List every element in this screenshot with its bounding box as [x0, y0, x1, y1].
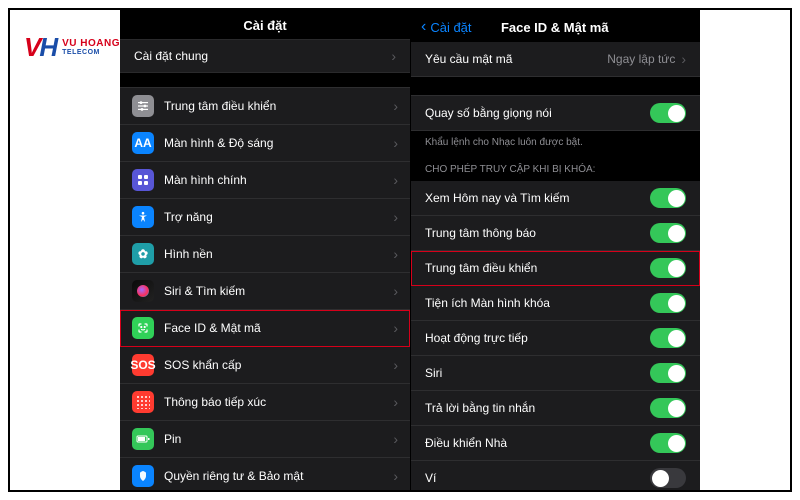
watermark-logo: VH VU HOANG TELECOM — [24, 32, 120, 63]
toggle-switch[interactable] — [650, 258, 686, 278]
toggle-switch[interactable] — [650, 468, 686, 488]
toggle-switch[interactable] — [650, 398, 686, 418]
screen-title: Face ID & Mật mã — [420, 20, 690, 35]
row-faceid[interactable]: Face ID & Mật mã › — [120, 310, 410, 347]
row-sos[interactable]: SOS SOS khẩn cấp › — [120, 347, 410, 384]
chevron-right-icon: › — [393, 98, 398, 114]
chevron-right-icon: › — [393, 172, 398, 188]
accessibility-icon — [132, 206, 154, 228]
chevron-right-icon: › — [393, 135, 398, 151]
phone-faceid: ‹ Cài đặt Face ID & Mật mã Yêu cầu mật m… — [410, 10, 700, 490]
row-label: Màn hình chính — [164, 173, 383, 187]
row-display[interactable]: AA Màn hình & Độ sáng › — [120, 125, 410, 162]
phone-settings: Cài đặt Cài đặt chung › Trung tâm điều k… — [120, 10, 410, 490]
chevron-right-icon: › — [393, 320, 398, 336]
access-toggle-list: Xem Hôm nay và Tìm kiếm Trung tâm thông b… — [411, 181, 700, 490]
row-exposure[interactable]: Thông báo tiếp xúc › — [120, 384, 410, 421]
row-wallpaper[interactable]: ✿ Hình nền › — [120, 236, 410, 273]
chevron-right-icon: › — [393, 431, 398, 447]
toggle-row[interactable]: Trung tâm điều khiển — [411, 251, 700, 286]
chevron-right-icon: › — [393, 283, 398, 299]
row-label: Hoạt động trực tiếp — [425, 331, 528, 345]
toggle-switch[interactable] — [650, 293, 686, 313]
row-require-passcode[interactable]: Yêu cầu mật mã Ngay lập tức › — [411, 42, 700, 77]
row-label: Xem Hôm nay và Tìm kiếm — [425, 191, 569, 205]
exposure-icon — [132, 391, 154, 413]
toggle-switch[interactable] — [650, 103, 686, 123]
row-label: Trung tâm thông báo — [425, 226, 536, 240]
row-label: SOS khẩn cấp — [164, 358, 383, 372]
row-label: Siri & Tìm kiếm — [164, 284, 383, 298]
chevron-right-icon: › — [681, 51, 686, 67]
row-label: Yêu cầu mật mã — [425, 52, 512, 66]
chevron-right-icon: › — [393, 394, 398, 410]
chevron-right-icon: › — [393, 357, 398, 373]
row-privacy[interactable]: Quyền riêng tư & Bảo mật › — [120, 458, 410, 490]
toggle-switch[interactable] — [650, 363, 686, 383]
sos-icon: SOS — [132, 354, 154, 376]
row-label: Siri — [425, 366, 442, 380]
toggle-row[interactable]: Tiện ích Màn hình khóa — [411, 286, 700, 321]
chevron-right-icon: › — [391, 48, 396, 64]
settings-list: Trung tâm điều khiển › AA Màn hình & Độ … — [120, 87, 410, 490]
logo-brand: VU HOANG — [62, 39, 120, 49]
row-label: Quay số bằng giọng nói — [425, 106, 552, 120]
row-label: Tiện ích Màn hình khóa — [425, 296, 550, 310]
privacy-icon — [132, 465, 154, 487]
row-label: Ví — [425, 471, 436, 485]
chevron-right-icon: › — [393, 246, 398, 262]
display-icon: AA — [132, 132, 154, 154]
toggle-switch[interactable] — [650, 188, 686, 208]
row-value: Ngay lập tức — [607, 52, 675, 66]
phone-pair: Cài đặt Cài đặt chung › Trung tâm điều k… — [120, 10, 700, 490]
row-label: Trả lời bằng tin nhắn — [425, 401, 535, 415]
voice-dial-hint: Khẩu lệnh cho Nhạc luôn được bật. — [411, 131, 700, 150]
logo-mark: VH — [24, 32, 56, 63]
logo-sub: TELECOM — [62, 49, 120, 56]
battery-icon — [132, 428, 154, 450]
sliders-icon — [132, 95, 154, 117]
row-label: Màn hình & Độ sáng — [164, 136, 383, 150]
toggle-row[interactable]: Trả lời bằng tin nhắn — [411, 391, 700, 426]
access-group-header: CHO PHÉP TRUY CẬP KHI BỊ KHÓA: — [411, 150, 700, 181]
row-label: Pin — [164, 432, 383, 446]
row-voice-dial[interactable]: Quay số bằng giọng nói — [411, 95, 700, 131]
row-general[interactable]: Cài đặt chung › — [120, 39, 410, 73]
toggle-row[interactable]: Xem Hôm nay và Tìm kiếm — [411, 181, 700, 216]
settings-title: Cài đặt — [120, 10, 410, 39]
row-label: Trợ năng — [164, 210, 383, 224]
toggle-switch[interactable] — [650, 328, 686, 348]
row-label: Cài đặt chung — [134, 49, 208, 63]
toggle-row[interactable]: Hoạt động trực tiếp — [411, 321, 700, 356]
grid-icon — [132, 169, 154, 191]
toggle-row[interactable]: Ví — [411, 461, 700, 490]
toggle-switch[interactable] — [650, 223, 686, 243]
outer-frame: VH VU HOANG TELECOM Cài đặt Cài đặt chun… — [8, 8, 792, 492]
row-accessibility[interactable]: Trợ năng › — [120, 199, 410, 236]
faceid-icon — [132, 317, 154, 339]
toggle-row[interactable]: Trung tâm thông báo — [411, 216, 700, 251]
row-label: Quyền riêng tư & Bảo mật — [164, 469, 383, 483]
chevron-right-icon: › — [393, 209, 398, 225]
row-control-center[interactable]: Trung tâm điều khiển › — [120, 87, 410, 125]
row-label: Điều khiển Nhà — [425, 436, 507, 450]
row-homescreen[interactable]: Màn hình chính › — [120, 162, 410, 199]
row-label: Trung tâm điều khiển — [425, 261, 537, 275]
nav-bar: ‹ Cài đặt Face ID & Mật mã — [411, 10, 700, 42]
siri-icon — [132, 280, 154, 302]
toggle-switch[interactable] — [650, 433, 686, 453]
chevron-right-icon: › — [393, 468, 398, 484]
row-label: Thông báo tiếp xúc — [164, 395, 383, 409]
row-siri[interactable]: Siri & Tìm kiếm › — [120, 273, 410, 310]
toggle-row[interactable]: Điều khiển Nhà — [411, 426, 700, 461]
row-battery[interactable]: Pin › — [120, 421, 410, 458]
row-label: Hình nền — [164, 247, 383, 261]
flower-icon: ✿ — [132, 243, 154, 265]
row-label: Trung tâm điều khiển — [164, 99, 383, 113]
toggle-row[interactable]: Siri — [411, 356, 700, 391]
row-label: Face ID & Mật mã — [164, 321, 383, 335]
